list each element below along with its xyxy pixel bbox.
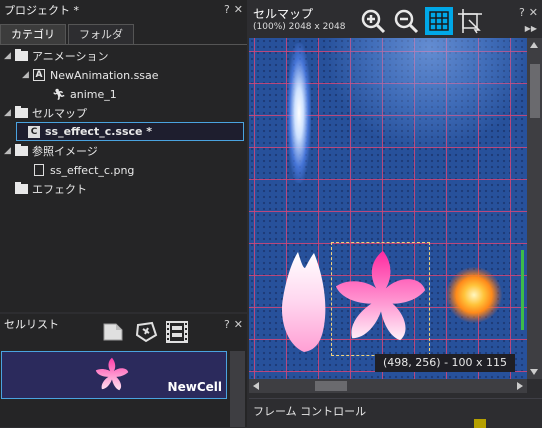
tree-item-reference-file[interactable]: ss_effect_c.png xyxy=(32,161,134,179)
scroll-left-arrow[interactable] xyxy=(253,382,259,390)
green-line-sprite xyxy=(521,250,524,330)
scroll-up-arrow[interactable] xyxy=(530,42,538,48)
cellmap-info: (100%) 2048 x 2048 xyxy=(253,22,346,32)
expand-icon[interactable]: ◢ xyxy=(22,70,32,80)
close-button[interactable]: ✕ xyxy=(234,3,243,16)
folder-icon xyxy=(14,144,28,156)
new-cell-icon[interactable] xyxy=(103,323,123,341)
cell-item-newcell[interactable]: NewCell xyxy=(1,351,227,399)
tree-item-cellmap-file[interactable]: C ss_effect_c.ssce * xyxy=(16,122,244,141)
project-tabs: カテゴリ フォルダ xyxy=(0,24,136,45)
petal-sprite xyxy=(279,250,329,355)
scroll-down-arrow[interactable] xyxy=(530,369,538,375)
scrollbar-thumb-horizontal[interactable] xyxy=(315,381,347,391)
project-title: プロジェクト * xyxy=(4,4,79,17)
cellmap-file-icon: C xyxy=(28,125,40,138)
cell-tool-icon[interactable] xyxy=(134,321,158,343)
cell-list-scrollbar[interactable] xyxy=(230,351,245,427)
flower-sprite xyxy=(333,246,429,346)
project-panel: プロジェクト * ? ✕ カテゴリ フォルダ ◢ アニメーション ◢ A New… xyxy=(0,0,247,312)
close-button[interactable]: ✕ xyxy=(234,318,243,331)
project-tree: ◢ アニメーション ◢ A NewAnimation.ssae 🏃︎ anime… xyxy=(0,44,247,312)
animation-file-icon: A xyxy=(33,69,45,81)
celllist-panel: セルリスト ? ✕ NewCell xyxy=(0,314,247,427)
grid-toggle-icon[interactable] xyxy=(425,7,453,35)
tree-item-cellmap[interactable]: ◢ セルマップ xyxy=(4,104,87,122)
scroll-right-arrow[interactable] xyxy=(517,382,523,390)
close-button[interactable]: ✕ xyxy=(529,6,538,19)
help-button[interactable]: ? xyxy=(224,3,230,16)
cellmap-title: セルマップ xyxy=(253,7,314,21)
expand-icon[interactable]: ◢ xyxy=(4,51,14,61)
orange-orb-sprite xyxy=(446,267,502,323)
folder-icon xyxy=(14,182,28,194)
tree-item-anime[interactable]: 🏃︎ anime_1 xyxy=(52,85,117,103)
tab-category[interactable]: カテゴリ xyxy=(0,24,66,45)
help-button[interactable]: ? xyxy=(224,318,230,331)
tree-item-animation[interactable]: ◢ アニメーション xyxy=(4,47,109,65)
zoom-in-icon[interactable] xyxy=(360,8,386,34)
help-button[interactable]: ? xyxy=(519,6,525,19)
folder-icon xyxy=(14,49,28,61)
tab-folder[interactable]: フォルダ xyxy=(68,24,134,45)
frame-control-panel: フレーム コントロール xyxy=(249,398,542,428)
tree-item-animation-file[interactable]: ◢ A NewAnimation.ssae xyxy=(22,66,159,84)
zoom-out-icon[interactable] xyxy=(393,8,419,34)
tree-item-reference[interactable]: ◢ 参照イメージ xyxy=(4,142,98,160)
blue-glow-sprite xyxy=(319,38,527,148)
canvas-scrollbar-horizontal[interactable] xyxy=(249,379,527,393)
scrollbar-thumb-vertical[interactable] xyxy=(530,64,540,118)
cellmap-canvas[interactable]: (498, 256) - 100 x 115 xyxy=(249,38,527,379)
frame-control-title: フレーム コントロール xyxy=(253,405,367,418)
celllist-title: セルリスト xyxy=(4,318,59,331)
project-titlebar: プロジェクト * xyxy=(0,0,247,20)
tree-item-effect[interactable]: エフェクト xyxy=(14,180,87,198)
expand-icon[interactable]: ◢ xyxy=(4,108,14,118)
cell-thumbnail xyxy=(94,356,130,392)
image-file-icon xyxy=(34,164,44,176)
expand-icon[interactable]: ◢ xyxy=(4,146,14,156)
folder-icon xyxy=(14,106,28,118)
film-icon[interactable] xyxy=(165,320,189,344)
selection-tool-icon[interactable] xyxy=(457,8,483,34)
canvas-scrollbar-vertical[interactable] xyxy=(527,38,542,379)
selection-readout: (498, 256) - 100 x 115 xyxy=(375,354,516,372)
more-tools-icon[interactable]: ▶▶ xyxy=(525,24,537,33)
runner-icon: 🏃︎ xyxy=(52,87,66,101)
cell-name-label: NewCell xyxy=(167,380,222,394)
light-beam-sprite xyxy=(287,43,311,183)
